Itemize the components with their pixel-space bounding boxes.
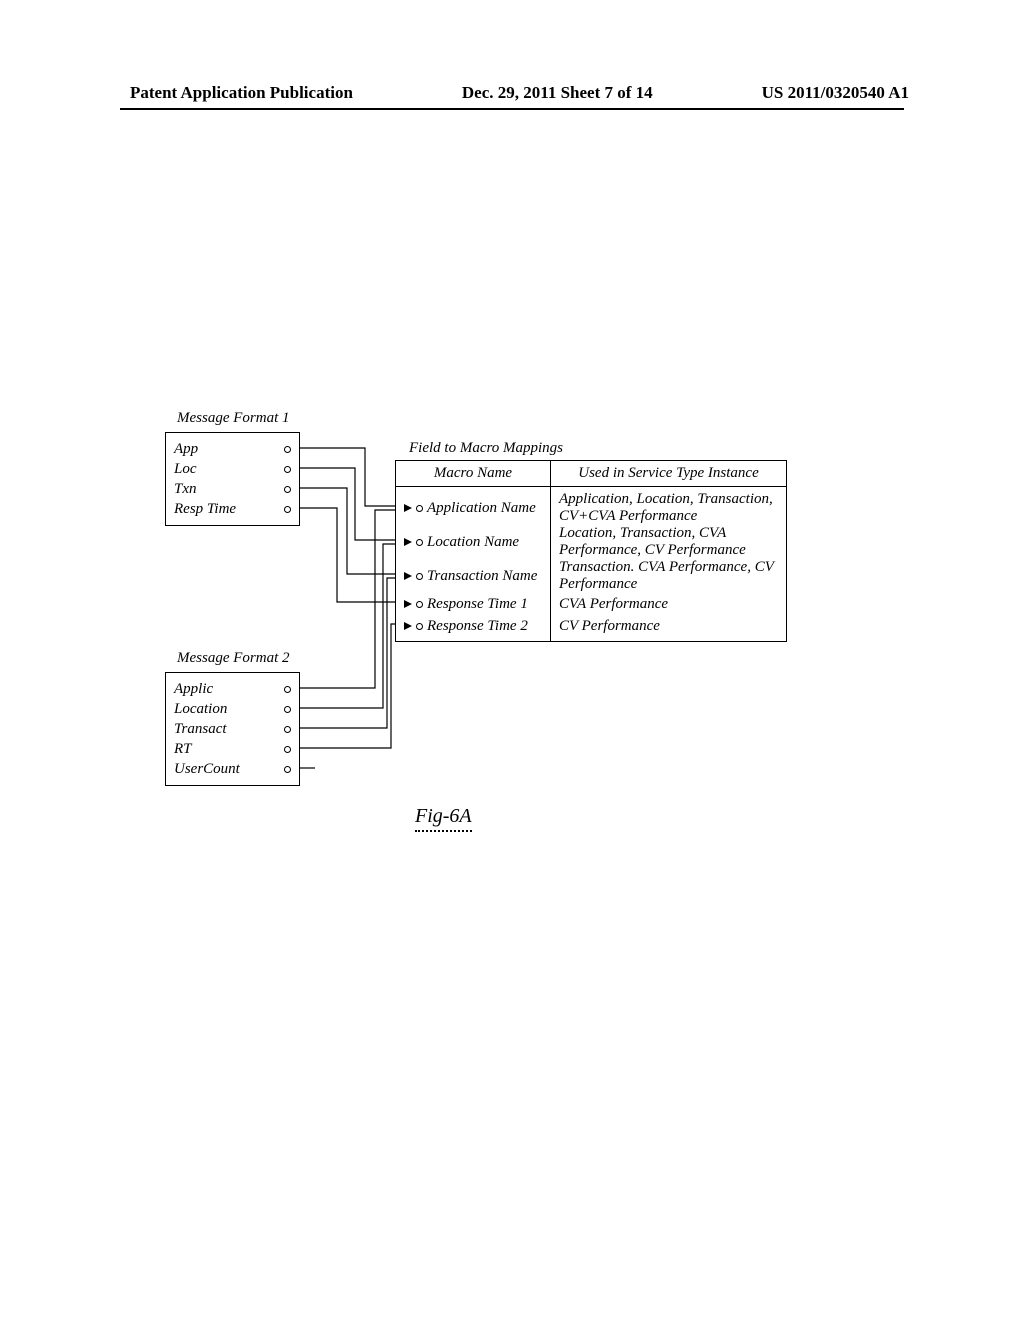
format2-field: Location [174,699,291,719]
mappings-table: Macro Name Used in Service Type Instance… [395,460,787,642]
figure-diagram: Message Format 1 App Loc Txn Resp Time M… [165,410,885,840]
port-icon [284,766,291,773]
usage-item: CV Performance [559,615,778,637]
port-icon [284,746,291,753]
macro-cell: Application Name Location Name Transacti… [396,487,551,641]
arrow-icon [404,504,412,512]
format1-field: App [174,439,291,459]
usage-item: CVA Performance [559,593,778,615]
port-icon [284,506,291,513]
usage-item: Application, Location, Transaction, CV+C… [559,491,778,525]
arrow-icon [404,600,412,608]
header-right: US 2011/0320540 A1 [762,83,909,103]
header-mid: Dec. 29, 2011 Sheet 7 of 14 [462,83,653,103]
port-icon [284,726,291,733]
format1-title: Message Format 1 [177,410,290,427]
format2-box: Applic Location Transact RT UserCount [165,672,300,786]
format1-field: Loc [174,459,291,479]
format2-field: Applic [174,679,291,699]
usage-item: Transaction. CVA Performance, CV Perform… [559,559,778,593]
port-icon [416,601,423,608]
format2-title: Message Format 2 [177,650,290,667]
format2-field: Transact [174,719,291,739]
mappings-body-row: Application Name Location Name Transacti… [396,487,786,641]
port-icon [284,486,291,493]
port-icon [416,573,423,580]
macro-item: Application Name [404,491,542,525]
port-icon [284,686,291,693]
usage-cell: Application, Location, Transaction, CV+C… [551,487,786,641]
arrow-icon [404,538,412,546]
format1-box: App Loc Txn Resp Time [165,432,300,526]
format2-field: RT [174,739,291,759]
mappings-header-used: Used in Service Type Instance [551,461,786,486]
mappings-title: Field to Macro Mappings [409,440,563,457]
macro-item: Location Name [404,525,542,559]
mappings-header-row: Macro Name Used in Service Type Instance [396,461,786,487]
macro-item: Response Time 2 [404,615,542,637]
arrow-icon [404,572,412,580]
macro-item: Response Time 1 [404,593,542,615]
macro-item: Transaction Name [404,559,542,593]
format1-field: Txn [174,479,291,499]
usage-item: Location, Transaction, CVA Performance, … [559,525,778,559]
port-icon [416,539,423,546]
header-left: Patent Application Publication [130,83,353,103]
header-rule [120,108,904,110]
figure-caption: Fig-6A [415,805,472,832]
page-header: Patent Application Publication Dec. 29, … [0,83,1024,103]
port-icon [416,505,423,512]
arrow-icon [404,622,412,630]
format2-field: UserCount [174,759,291,779]
port-icon [284,446,291,453]
mappings-header-macro: Macro Name [396,461,551,486]
port-icon [284,466,291,473]
format1-field: Resp Time [174,499,291,519]
port-icon [284,706,291,713]
port-icon [416,623,423,630]
